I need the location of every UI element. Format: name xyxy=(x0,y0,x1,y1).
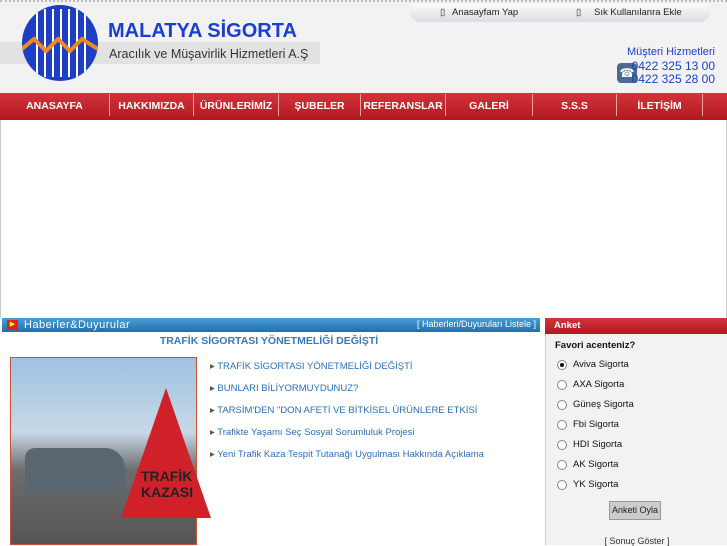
vote-button[interactable]: Anketi Oyla xyxy=(609,501,661,520)
news-item[interactable]: Yeni Trafik Kaza Tespit Tutanağı Uygulma… xyxy=(210,449,484,460)
play-icon: ▶ xyxy=(7,320,18,330)
nav-galeri[interactable]: GALERİ xyxy=(446,94,533,116)
poll-option[interactable]: HDI Sigorta xyxy=(557,439,622,450)
nav-hakkimizda[interactable]: HAKKIMIZDA xyxy=(110,94,194,116)
banner-area xyxy=(0,120,727,318)
nav-anasayfa[interactable]: ANASAYFA xyxy=(0,94,110,116)
radio[interactable] xyxy=(557,359,567,370)
main-nav: ANASAYFA HAKKIMIZDA ÜRÜNLERİMİZ ŞUBELER … xyxy=(0,93,727,120)
customer-service-label: Müşteri Hizmetleri xyxy=(626,46,715,58)
radio[interactable] xyxy=(557,379,567,390)
poll-option[interactable]: YK Sigorta xyxy=(557,479,618,490)
poll-question: Favori acenteniz? xyxy=(555,340,636,351)
top-links: ▯ Anasayfam Yap ▯ Sık Kullanılanra Ekle xyxy=(410,4,710,22)
bookmark-icon: ▯ xyxy=(576,7,582,18)
phone-numbers: 0422 325 13 00 0422 325 28 00 xyxy=(632,60,715,86)
poll-option[interactable]: AK Sigorta xyxy=(557,459,618,470)
news-image[interactable]: TRAFİK KAZASI xyxy=(10,357,211,545)
radio[interactable] xyxy=(557,399,567,410)
poll-option[interactable]: AXA Sigorta xyxy=(557,379,624,390)
set-homepage-link[interactable]: Anasayfam Yap xyxy=(452,7,518,18)
nav-iletisim[interactable]: İLETİŞİM xyxy=(617,94,703,116)
nav-sss[interactable]: S.S.S xyxy=(533,94,617,116)
news-headline[interactable]: TRAFİK SİGORTASI YÖNETMELİĞİ DEĞİŞTİ xyxy=(0,335,538,347)
brand-subtitle: Aracılık ve Müşavirlik Hizmetleri A.Ş xyxy=(109,47,309,61)
car-image xyxy=(25,448,125,493)
option-label: AXA Sigorta xyxy=(573,379,625,390)
phone-2: 0422 325 28 00 xyxy=(631,72,715,86)
sign-text: TRAFİK KAZASI xyxy=(141,468,194,500)
logo[interactable] xyxy=(22,5,98,81)
news-header: ▶ Haberler&Duyurular [ Haberleri/Duyurul… xyxy=(2,318,540,332)
add-favorites-link[interactable]: Sık Kullanılanra Ekle xyxy=(594,7,682,18)
poll-title: Anket xyxy=(545,318,727,334)
option-label: AK Sigorta xyxy=(573,459,619,470)
news-list-link[interactable]: [ Haberleri/Duyuruları Listele ] xyxy=(417,319,536,329)
poll-option[interactable]: Güneş Sigorta xyxy=(557,399,634,410)
brand-name: MALATYA SİGORTA xyxy=(108,20,297,42)
home-icon: ▯ xyxy=(440,7,446,18)
radio[interactable] xyxy=(557,439,567,450)
news-item[interactable]: Trafikte Yaşamı Seç Sosyal Sorumluluk Pr… xyxy=(210,427,414,438)
option-label: Fbi Sigorta xyxy=(573,419,619,430)
poll-panel: Favori acenteniz? Aviva Sigorta AXA Sigo… xyxy=(545,334,727,546)
poll-option[interactable]: Aviva Sigorta xyxy=(557,359,629,370)
news-item[interactable]: TARSİM'DEN "DON AFETİ VE BİTKİSEL ÜRÜNLE… xyxy=(210,405,477,416)
radio[interactable] xyxy=(557,459,567,470)
radio[interactable] xyxy=(557,419,567,430)
news-title: Haberler&Duyurular xyxy=(24,319,131,331)
nav-urunlerimiz[interactable]: ÜRÜNLERİMİZ xyxy=(194,94,279,116)
option-label: Aviva Sigorta xyxy=(573,359,629,370)
nav-referanslar[interactable]: REFERANSLAR xyxy=(361,94,446,116)
nav-subeler[interactable]: ŞUBELER xyxy=(279,94,361,116)
header: MALATYA SİGORTA Aracılık ve Müşavirlik H… xyxy=(0,0,727,93)
news-item[interactable]: TRAFİK SİGORTASI YÖNETMELİĞİ DEĞİŞTİ xyxy=(210,361,412,372)
option-label: HDI Sigorta xyxy=(573,439,623,450)
option-label: YK Sigorta xyxy=(573,479,619,490)
news-item[interactable]: BUNLARI BİLİYORMUYDUNUZ? xyxy=(210,383,358,394)
option-label: Güneş Sigorta xyxy=(573,399,634,410)
poll-option[interactable]: Fbi Sigorta xyxy=(557,419,619,430)
radio[interactable] xyxy=(557,479,567,490)
